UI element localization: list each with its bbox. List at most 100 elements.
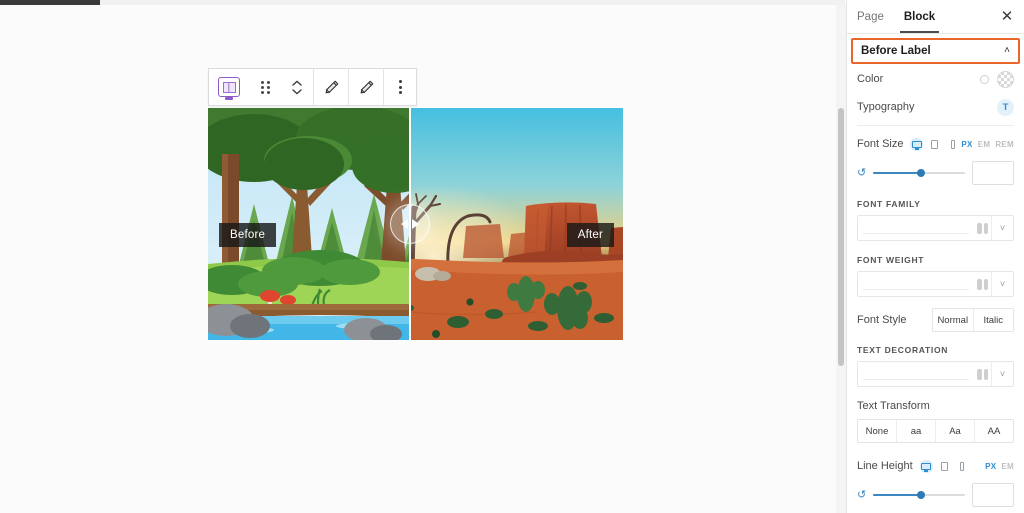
before-label: Before bbox=[219, 223, 277, 247]
unit-rem[interactable]: REM bbox=[995, 140, 1014, 149]
before-label-panel-header[interactable]: Before Label ˄ bbox=[851, 38, 1020, 64]
block-type-icon-inner bbox=[222, 81, 236, 93]
before-after-block-icon[interactable] bbox=[209, 69, 249, 105]
edit-pencil-icon bbox=[325, 80, 338, 93]
device-desktop-toggle[interactable] bbox=[919, 459, 933, 473]
drag-handle-icon[interactable] bbox=[249, 69, 281, 105]
after-image-pane: After bbox=[411, 108, 623, 340]
before-image-pane: Before bbox=[208, 108, 409, 340]
after-label: After bbox=[566, 223, 614, 247]
device-mobile-toggle[interactable] bbox=[946, 138, 959, 151]
line-height-slider-thumb[interactable] bbox=[916, 491, 925, 499]
font-family-handles bbox=[974, 216, 991, 240]
text-transform-lower[interactable]: aa bbox=[897, 420, 936, 442]
font-style-normal[interactable]: Normal bbox=[933, 309, 974, 331]
more-options-icon[interactable] bbox=[384, 69, 416, 105]
line-height-units: PX EM bbox=[985, 462, 1014, 471]
device-mobile-toggle[interactable] bbox=[956, 460, 969, 473]
settings-sidebar: Page Block ✕ Before Label ˄ Color Typogr… bbox=[846, 0, 1024, 513]
color-reset-icon[interactable] bbox=[980, 74, 989, 84]
line-height-label: Line Height bbox=[857, 460, 913, 472]
font-style-italic[interactable]: Italic bbox=[974, 309, 1014, 331]
font-style-label: Font Style bbox=[857, 314, 907, 326]
chevron-up-icon: ˄ bbox=[1004, 45, 1010, 56]
font-family-group: FONT FAMILY ˅ bbox=[857, 194, 1014, 241]
font-family-label: FONT FAMILY bbox=[857, 199, 921, 209]
chevron-down-icon[interactable]: ˅ bbox=[991, 362, 1013, 386]
block-type-icon bbox=[218, 77, 240, 97]
typography-label: Typography bbox=[857, 101, 915, 113]
font-weight-value bbox=[858, 272, 974, 296]
unit-em[interactable]: EM bbox=[1001, 462, 1014, 471]
text-transform-none[interactable]: None bbox=[858, 420, 897, 442]
sidebar-tabs: Page Block ✕ bbox=[847, 0, 1024, 34]
line-height-input[interactable] bbox=[972, 483, 1014, 507]
text-decoration-group: TEXT DECORATION ˅ bbox=[857, 340, 1014, 387]
panel-body: Color Typography T Font Size PX EM REM ↺… bbox=[847, 64, 1024, 513]
device-tablet-toggle[interactable] bbox=[928, 138, 941, 151]
text-decoration-handles bbox=[974, 362, 991, 386]
font-size-units: PX EM REM bbox=[961, 140, 1014, 149]
edit-before-image-button[interactable] bbox=[314, 69, 348, 105]
font-weight-label: FONT WEIGHT bbox=[857, 255, 925, 265]
font-weight-handles bbox=[974, 272, 991, 296]
move-chevrons bbox=[292, 80, 302, 95]
text-decoration-label: TEXT DECORATION bbox=[857, 345, 949, 355]
font-weight-group: FONT WEIGHT ˅ bbox=[857, 250, 1014, 297]
font-size-row: Font Size PX EM REM bbox=[857, 130, 1014, 158]
line-height-reset-icon[interactable]: ↺ bbox=[857, 489, 866, 501]
edit-after-image-button[interactable] bbox=[349, 69, 383, 105]
unit-px[interactable]: PX bbox=[961, 140, 972, 149]
unit-em[interactable]: EM bbox=[978, 140, 991, 149]
font-size-input[interactable] bbox=[972, 161, 1014, 185]
tab-page[interactable]: Page bbox=[857, 0, 884, 33]
chevron-down-icon[interactable]: ˅ bbox=[991, 272, 1013, 296]
text-decoration-value bbox=[858, 362, 974, 386]
more-dots bbox=[398, 80, 402, 94]
tab-block[interactable]: Block bbox=[899, 0, 940, 33]
font-style-options: Normal Italic bbox=[932, 308, 1014, 332]
font-size-label: Font Size bbox=[857, 138, 904, 150]
font-weight-select[interactable]: ˅ bbox=[857, 271, 1014, 297]
line-height-slider[interactable] bbox=[873, 491, 965, 499]
typography-row: Typography T bbox=[857, 94, 1014, 120]
before-after-slider-handle[interactable] bbox=[390, 204, 430, 244]
line-height-row: Line Height PX EM bbox=[857, 452, 1014, 480]
arrow-left-icon bbox=[401, 219, 408, 229]
device-desktop-toggle[interactable] bbox=[910, 137, 924, 151]
drag-dots bbox=[260, 80, 270, 94]
font-size-device-toggles bbox=[910, 137, 959, 151]
block-toolbar bbox=[208, 68, 417, 106]
move-up-down-icon[interactable] bbox=[281, 69, 313, 105]
text-transform-capitalize[interactable]: Aa bbox=[936, 420, 975, 442]
typography-button[interactable]: T bbox=[997, 98, 1014, 116]
font-size-reset-icon[interactable]: ↺ bbox=[857, 167, 866, 179]
chevron-up-icon bbox=[292, 80, 302, 86]
toolbar-group-block bbox=[209, 69, 313, 105]
editor-scrollbar-thumb[interactable] bbox=[838, 108, 844, 366]
text-decoration-select[interactable]: ˅ bbox=[857, 361, 1014, 387]
color-row: Color bbox=[857, 64, 1014, 94]
text-transform-group: Text Transform None aa Aa AA bbox=[857, 396, 1014, 443]
editor-window: Before After Page Block ✕ Before Label ˄… bbox=[0, 0, 1024, 513]
font-family-value bbox=[858, 216, 974, 240]
before-after-image-block[interactable]: Before After bbox=[208, 108, 623, 340]
font-size-slider-thumb[interactable] bbox=[916, 169, 925, 177]
arrow-right-icon bbox=[412, 219, 419, 229]
chevron-down-icon[interactable]: ˅ bbox=[991, 216, 1013, 240]
text-transform-upper[interactable]: AA bbox=[975, 420, 1013, 442]
font-size-slider[interactable] bbox=[873, 169, 965, 177]
device-tablet-toggle[interactable] bbox=[938, 460, 951, 473]
editor-scrollbar[interactable] bbox=[836, 5, 846, 513]
edit-pencil-icon bbox=[360, 80, 373, 93]
text-transform-options: None aa Aa AA bbox=[857, 419, 1014, 443]
font-family-select[interactable]: ˅ bbox=[857, 215, 1014, 241]
panel-title: Before Label bbox=[861, 45, 931, 57]
close-sidebar-button[interactable]: ✕ bbox=[998, 8, 1016, 26]
color-swatch[interactable] bbox=[997, 70, 1014, 88]
divider bbox=[857, 125, 1014, 126]
unit-px[interactable]: PX bbox=[985, 462, 996, 471]
font-size-slider-row: ↺ bbox=[857, 161, 1014, 185]
text-transform-label: Text Transform bbox=[857, 400, 930, 412]
color-label: Color bbox=[857, 73, 884, 85]
